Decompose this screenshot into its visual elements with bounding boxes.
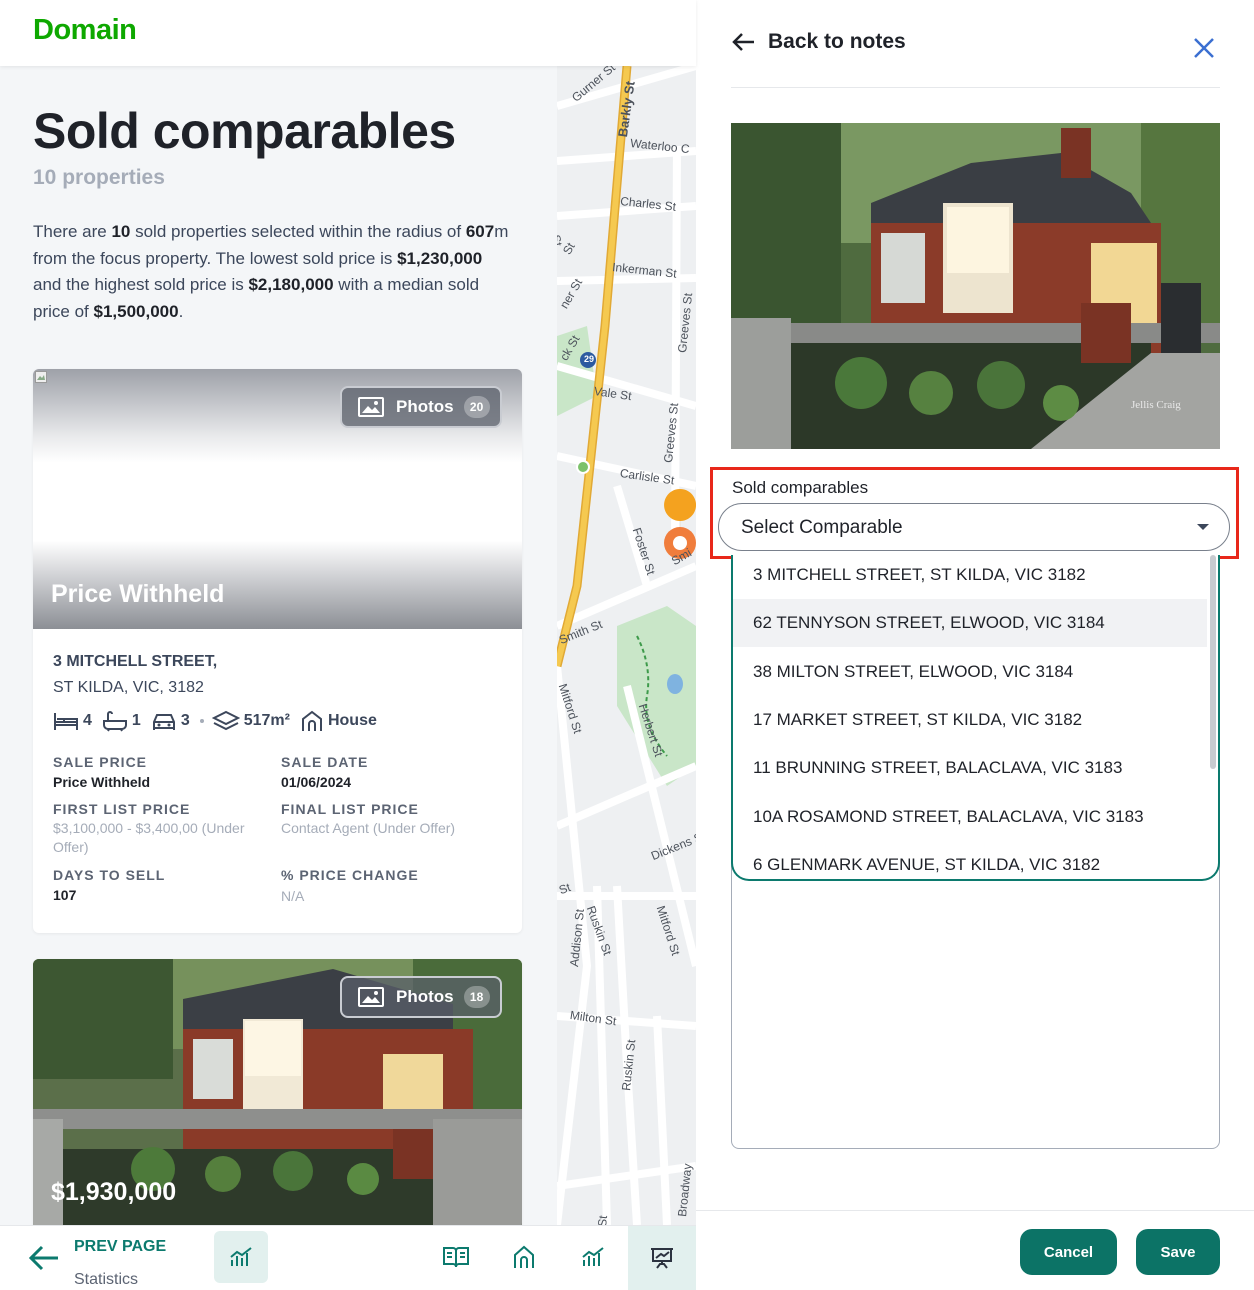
arrow-left-icon[interactable]: [28, 1244, 60, 1272]
property-card[interactable]: Photos 18 $1,930,000: [33, 959, 522, 1229]
final-list-price-stat: FINAL LIST PRICE Contact Agent (Under Of…: [281, 801, 511, 838]
comparable-select[interactable]: Select Comparable: [718, 503, 1230, 551]
price-change-stat: % PRICE CHANGE N/A: [281, 867, 501, 906]
option-item[interactable]: 11 BRUNNING STREET, BALACLAVA, VIC 3183: [733, 744, 1207, 792]
option-item[interactable]: 62 TENNYSON STREET, ELWOOD, VIC 3184: [733, 599, 1207, 647]
map-view[interactable]: Gurner St Barkly St Waterloo C Charles S…: [557, 66, 696, 1225]
option-item[interactable]: 6 GLENMARK AVENUE, ST KILDA, VIC 3182: [733, 841, 1207, 879]
select-placeholder: Select Comparable: [741, 517, 903, 538]
page-subtitle: 10 properties: [33, 166, 165, 189]
broken-image-icon: [35, 371, 47, 383]
property-features: 4 1 3 517m² House: [53, 709, 387, 733]
beds-count: 4: [83, 712, 92, 729]
property-card[interactable]: Photos 20 Price Withheld 3 MITCHELL STRE…: [33, 369, 522, 933]
sold-comparables-label: Sold comparables: [732, 478, 869, 497]
address-line2: ST KILDA, VIC, 3182: [53, 679, 204, 696]
days-to-sell-stat: DAYS TO SELL 107: [53, 867, 273, 903]
summary-text: There are 10 sold properties selected wi…: [33, 222, 509, 321]
back-label: Back to notes: [768, 30, 906, 53]
page-title: Sold comparables: [33, 103, 456, 159]
photos-label: Photos: [396, 397, 454, 416]
save-button[interactable]: Save: [1136, 1229, 1220, 1275]
price-change-value: N/A: [281, 888, 305, 904]
photos-count: 20: [463, 396, 490, 418]
photos-button[interactable]: Photos 18: [340, 976, 502, 1018]
caret-down-icon: [1197, 524, 1209, 530]
header-divider: [731, 87, 1220, 88]
chart-icon: [230, 1247, 252, 1266]
photos-label: Photos: [396, 987, 454, 1006]
nav-property-button[interactable]: [497, 1231, 551, 1283]
cancel-button[interactable]: Cancel: [1020, 1229, 1117, 1275]
baths-count: 1: [131, 712, 141, 729]
sale-price-stat: SALE PRICE Price Withheld: [53, 754, 273, 790]
chart-icon: [582, 1247, 604, 1266]
top-bar: Domain: [0, 0, 696, 66]
comparables-panel: Sold comparables 10 properties There are…: [0, 0, 557, 1290]
property-type: House: [327, 712, 377, 729]
presentation-icon: [651, 1248, 673, 1269]
notes-side-panel: Back to notes Jellis Craig Sold comparab…: [696, 0, 1254, 1290]
notes-textarea[interactable]: [731, 860, 1220, 1149]
photos-count: 18: [463, 986, 490, 1008]
back-to-notes-button[interactable]: Back to notes: [732, 30, 906, 54]
selected-property-photo: Jellis Craig: [731, 123, 1220, 449]
bath-icon: [102, 711, 127, 732]
route-number: 29: [584, 354, 595, 364]
price-overlay: Price Withheld: [51, 580, 225, 608]
photo-watermark: Jellis Craig: [1131, 399, 1181, 411]
days-to-sell-value: 107: [53, 887, 77, 903]
option-item[interactable]: 3 MITCHELL STREET, ST KILDA, VIC 3182: [733, 555, 1207, 599]
price-overlay: $1,930,000: [51, 1178, 177, 1206]
option-item[interactable]: 10A ROSAMOND STREET, BALACLAVA, VIC 3183: [733, 793, 1207, 841]
dropdown-scrollbar[interactable]: [1210, 555, 1216, 769]
sale-date-value: 01/06/2024: [281, 774, 352, 790]
bed-icon: [54, 713, 78, 730]
sale-price-value: Price Withheld: [53, 774, 151, 790]
option-item[interactable]: 38 MILTON STREET, ELWOOD, VIC 3184: [733, 648, 1207, 696]
sale-date-stat: SALE DATE 01/06/2024: [281, 754, 501, 790]
property-image[interactable]: Photos 20 Price Withheld: [33, 369, 522, 629]
nav-book-button[interactable]: [429, 1231, 483, 1283]
photos-button[interactable]: Photos 20: [340, 386, 502, 428]
first-list-price-stat: FIRST LIST PRICE $3,100,000 - $3,400,00 …: [53, 801, 275, 857]
domain-logo[interactable]: Domain: [33, 14, 137, 47]
book-icon: [443, 1247, 469, 1268]
image-icon: [358, 397, 384, 417]
nav-presentation-button[interactable]: [628, 1226, 696, 1290]
first-list-price-value: $3,100,000 - $3,400,00 (Under Offer): [53, 820, 245, 855]
prev-page-name: Statistics: [74, 1271, 139, 1288]
separator-dot: [199, 719, 204, 723]
footer-divider: [696, 1210, 1254, 1211]
house-photo: Jellis Craig: [731, 123, 1220, 449]
comparable-options-list[interactable]: 3 MITCHELL STREET, ST KILDA, VIC 3182 62…: [731, 555, 1220, 881]
house-icon: [514, 1245, 534, 1268]
close-icon[interactable]: [1192, 36, 1216, 60]
image-icon: [358, 987, 384, 1007]
property-image[interactable]: Photos 18 $1,930,000: [33, 959, 522, 1229]
bottom-nav-bar: PREV PAGE Statistics: [0, 1225, 696, 1290]
nav-market-button[interactable]: [566, 1231, 620, 1283]
nav-statistics-button[interactable]: [214, 1231, 268, 1283]
car-icon: [152, 714, 175, 730]
option-item[interactable]: 17 MARKET STREET, ST KILDA, VIC 3182: [733, 696, 1207, 744]
final-list-price-value: Contact Agent (Under Offer): [281, 820, 456, 836]
house-icon: [301, 710, 322, 731]
land-size: 517m²: [243, 712, 290, 729]
cars-count: 3: [180, 712, 190, 729]
prev-page-button[interactable]: PREV PAGE: [74, 1238, 166, 1256]
address-line1: 3 MITCHELL STREET,: [53, 653, 218, 670]
land-size-icon: [211, 710, 240, 731]
arrow-left-icon: [732, 33, 754, 51]
